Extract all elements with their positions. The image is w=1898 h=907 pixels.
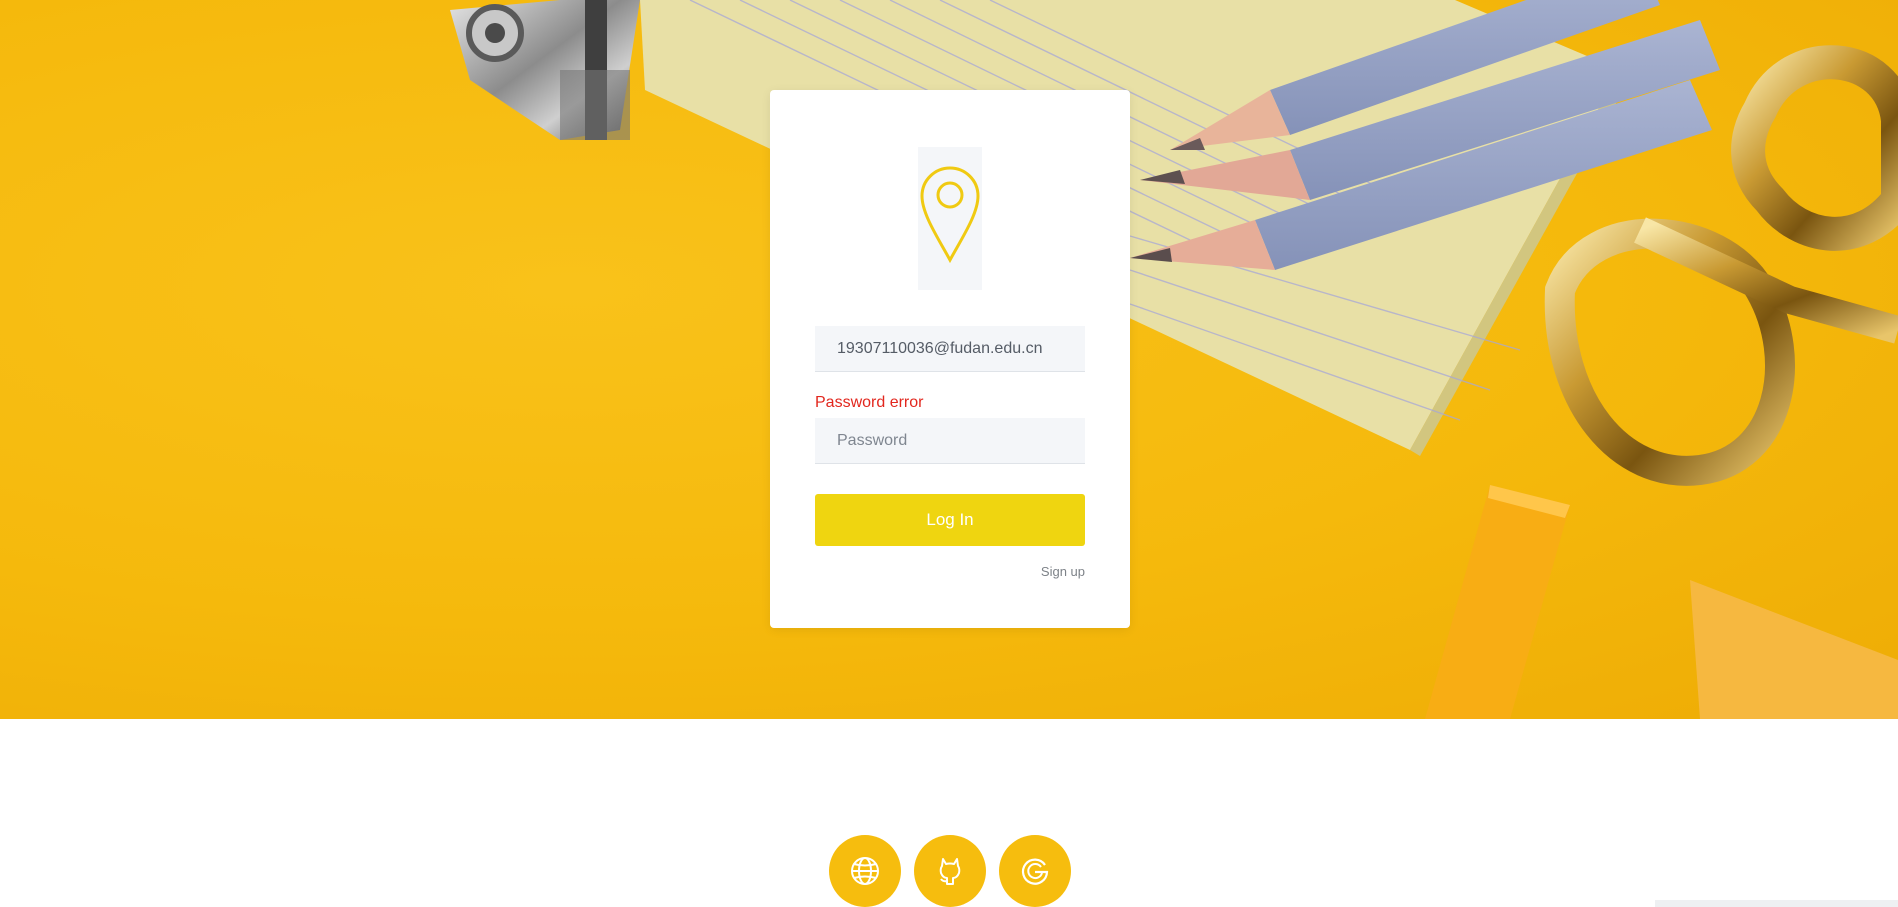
github-icon <box>939 858 961 885</box>
login-button[interactable]: Log In <box>815 494 1085 546</box>
social-login-row <box>829 835 1071 907</box>
binder-clip-shape <box>450 0 640 140</box>
google-icon <box>1021 858 1049 885</box>
github-button[interactable] <box>914 835 986 907</box>
logo-box <box>918 147 982 290</box>
password-error-message: Password error <box>815 394 924 411</box>
google-button[interactable] <box>999 835 1071 907</box>
globe-icon <box>851 857 879 885</box>
email-field[interactable] <box>815 326 1085 372</box>
signup-link[interactable]: Sign up <box>1041 564 1085 579</box>
sticky-blocks-shape <box>1425 485 1898 719</box>
map-pin-icon <box>920 166 980 264</box>
login-card: Password error Log In Sign up <box>770 90 1130 628</box>
globe-button[interactable] <box>829 835 901 907</box>
password-field[interactable] <box>815 418 1085 464</box>
corner-strip <box>1655 900 1898 907</box>
